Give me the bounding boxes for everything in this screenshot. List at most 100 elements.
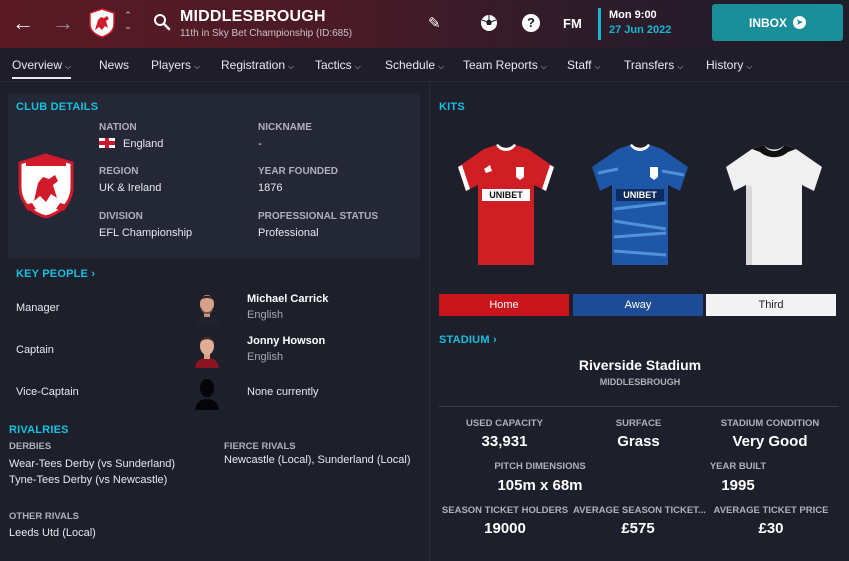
chevron-down-icon: ⌵ xyxy=(194,62,201,71)
vice-captain-value: None currently xyxy=(247,386,319,398)
football-icon[interactable] xyxy=(480,14,498,32)
tab-registration[interactable]: Registration ⌵ xyxy=(221,58,294,72)
average-ticket-price-label: AVERAGE TICKET PRICE xyxy=(713,505,829,516)
away-kit-shirt[interactable]: UNIBET xyxy=(588,143,692,269)
club-crest-icon xyxy=(18,153,74,219)
surface-label: SURFACE xyxy=(615,418,662,429)
help-icon[interactable]: ? xyxy=(522,14,540,32)
chevron-down-icon: ⌵ xyxy=(677,62,684,71)
tab-tactics[interactable]: Tactics ⌵ xyxy=(315,58,361,72)
chevron-down-icon: ⌵ xyxy=(438,62,445,71)
used-capacity-label: USED CAPACITY xyxy=(466,418,543,429)
kit-sponsor-text: UNIBET xyxy=(489,190,523,200)
stadium-condition-value: Very Good xyxy=(732,433,808,450)
tab-staff[interactable]: Staff ⌵ xyxy=(567,58,601,72)
third-kit-button[interactable]: Third xyxy=(706,294,836,316)
tab-overview[interactable]: Overview ⌵ xyxy=(12,58,72,79)
inbox-label: INBOX xyxy=(748,15,787,30)
arrow-right-icon: ➤ xyxy=(793,16,806,29)
third-kit-shirt[interactable] xyxy=(722,143,826,269)
year-built-label: YEAR BUILT xyxy=(709,461,767,472)
date-day-time[interactable]: Mon 9:00 xyxy=(609,9,657,21)
derbies-label: DERBIES xyxy=(9,441,52,452)
manager-name-link[interactable]: Michael Carrick xyxy=(247,293,328,305)
fm-menu-button[interactable]: FM xyxy=(563,16,582,31)
club-name-title: MIDDLESBROUGH xyxy=(180,8,326,25)
top-header: ← → ⌃ ⌄ MIDDLESBROUGH 11th in Sky Bet Cha… xyxy=(0,0,849,48)
chevron-down-icon: ⌵ xyxy=(65,62,72,71)
back-arrow-icon[interactable]: ← xyxy=(12,12,34,34)
chevron-down-icon: ⌵ xyxy=(354,62,361,71)
derby-item[interactable]: Wear-Tees Derby (vs Sunderland) xyxy=(9,458,175,470)
tab-history[interactable]: History ⌵ xyxy=(706,58,752,72)
year-built-value: 1995 xyxy=(721,477,755,494)
club-crest-icon[interactable] xyxy=(88,8,116,38)
region-value: UK & Ireland xyxy=(99,182,162,194)
chevron-down-icon: ⌵ xyxy=(540,62,547,71)
right-panel: KITS UNIBET UNIBET Home Away Third STADI… xyxy=(429,83,849,561)
club-switch-chevrons-icon[interactable]: ⌃ ⌄ xyxy=(122,10,134,32)
inbox-button[interactable]: INBOX ➤ xyxy=(712,4,843,41)
used-capacity-value: 33,931 xyxy=(481,433,528,450)
captain-name-link[interactable]: Jonny Howson xyxy=(247,335,325,347)
division-label: DIVISION xyxy=(99,211,143,222)
region-label: REGION xyxy=(99,166,139,177)
captain-nationality: English xyxy=(247,351,284,363)
fierce-rivals-value[interactable]: Newcastle (Local), Sunderland (Local) xyxy=(224,454,410,466)
other-rivals-label: OTHER RIVALS xyxy=(9,511,80,522)
stadium-city: MIDDLESBROUGH xyxy=(599,377,681,387)
season-ticket-holders-value: 19000 xyxy=(484,520,526,537)
forward-arrow-icon[interactable]: → xyxy=(52,12,74,34)
professional-status-value: Professional xyxy=(258,227,319,239)
average-season-ticket-value: £575 xyxy=(621,520,655,537)
stadium-condition-label: STADIUM CONDITION xyxy=(720,418,820,429)
manager-nationality: English xyxy=(247,309,284,321)
stadium-divider xyxy=(439,406,839,407)
nation-value[interactable]: England xyxy=(99,138,163,150)
away-kit-button[interactable]: Away xyxy=(573,294,703,316)
chevron-down-icon: ⌵ xyxy=(288,62,295,71)
average-season-ticket-label: AVERAGE SEASON TICKET... xyxy=(573,505,706,516)
season-ticket-holders-label: SEASON TICKET HOLDERS xyxy=(441,505,569,516)
key-people-title[interactable]: KEY PEOPLE › xyxy=(16,268,95,280)
club-league-position: 11th in Sky Bet Championship (ID:685) xyxy=(180,28,353,39)
tab-players[interactable]: Players ⌵ xyxy=(151,58,200,72)
rivalries-title: RIVALRIES xyxy=(9,424,69,436)
captain-role-label: Captain xyxy=(16,344,54,356)
surface-value: Grass xyxy=(617,433,660,450)
tab-news[interactable]: News xyxy=(99,58,129,72)
kits-title: KITS xyxy=(439,101,465,113)
club-details-title: CLUB DETAILS xyxy=(16,101,99,113)
manager-portrait-avatar[interactable] xyxy=(192,290,222,326)
vice-captain-role-label: Vice-Captain xyxy=(16,386,79,398)
tab-team-reports[interactable]: Team Reports ⌵ xyxy=(463,58,547,72)
home-kit-button[interactable]: Home xyxy=(439,294,569,316)
fierce-rivals-label: FIERCE RIVALS xyxy=(224,441,296,452)
home-kit-shirt[interactable]: UNIBET xyxy=(454,143,558,269)
england-flag-icon xyxy=(99,138,115,148)
pitch-dimensions-label: PITCH DIMENSIONS xyxy=(494,461,586,472)
chevron-down-icon: ⌵ xyxy=(746,62,753,71)
other-rivals-value[interactable]: Leeds Utd (Local) xyxy=(9,527,96,539)
club-details-card: CLUB DETAILS NATION England NICKNAME - R… xyxy=(8,93,420,259)
year-founded-value: 1876 xyxy=(258,182,283,194)
pitch-dimensions-value: 105m x 68m xyxy=(497,477,583,494)
nickname-label: NICKNAME xyxy=(258,122,312,133)
year-founded-label: YEAR FOUNDED xyxy=(258,166,339,177)
date-full[interactable]: 27 Jun 2022 xyxy=(609,24,671,36)
nation-label: NATION xyxy=(99,122,137,133)
tab-bar: Overview ⌵ News Players ⌵ Registration ⌵ Ta… xyxy=(0,48,849,82)
tab-schedule[interactable]: Schedule ⌵ xyxy=(385,58,444,72)
captain-portrait-avatar[interactable] xyxy=(192,332,222,368)
date-accent-bar xyxy=(598,8,601,40)
manager-role-label: Manager xyxy=(16,302,60,314)
search-icon[interactable] xyxy=(153,13,171,31)
tab-transfers[interactable]: Transfers ⌵ xyxy=(624,58,683,72)
professional-status-label: PROFESSIONAL STATUS xyxy=(258,211,379,222)
kit-sponsor-text: UNIBET xyxy=(623,190,657,200)
pencil-icon[interactable]: ✎ xyxy=(428,14,441,32)
stadium-title[interactable]: STADIUM › xyxy=(439,334,497,346)
derby-item[interactable]: Tyne-Tees Derby (vs Newcastle) xyxy=(9,474,167,486)
stadium-name: Riverside Stadium xyxy=(578,357,702,373)
division-value[interactable]: EFL Championship xyxy=(99,227,192,239)
